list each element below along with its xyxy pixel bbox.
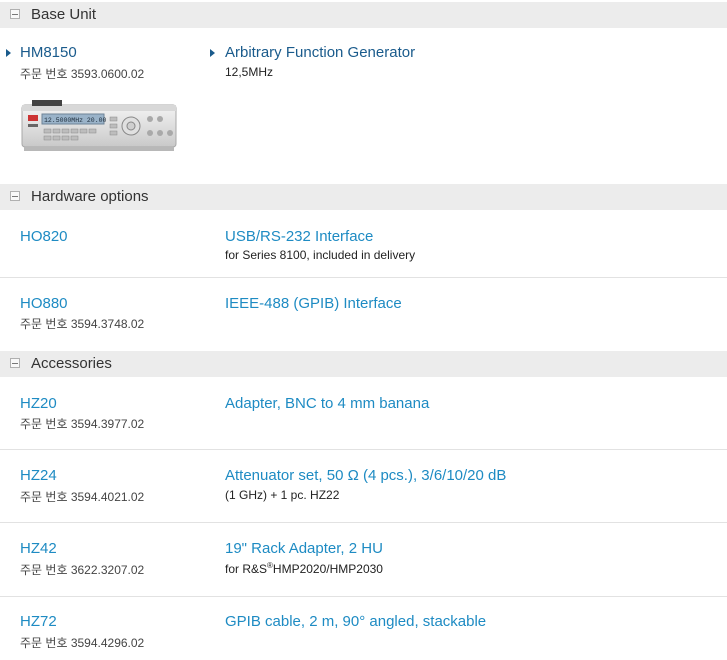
product-code-link[interactable]: HZ72 <box>20 613 57 630</box>
row-divider <box>0 522 727 523</box>
product-description-link[interactable]: GPIB cable, 2 m, 90° angled, stackable <box>225 613 486 630</box>
product-image[interactable]: 12.5000MHz 20.00 <box>20 97 178 155</box>
order-number: 주문 번호 3594.4296.02 <box>20 636 145 650</box>
product-code-link[interactable]: HZ24 <box>20 467 57 484</box>
product-description-link[interactable]: Attenuator set, 50 Ω (4 pcs.), 3/6/10/20… <box>225 467 506 484</box>
product-code-link[interactable]: HO880 <box>20 295 68 312</box>
product-subtitle: (1 GHz) + 1 pc. HZ22 <box>225 488 340 502</box>
section-title: Hardware options <box>31 188 149 205</box>
product-code-link[interactable]: HM8150 <box>20 44 77 61</box>
collapse-icon[interactable] <box>10 358 20 368</box>
order-number: 주문 번호 3594.4021.02 <box>20 490 145 504</box>
order-number: 주문 번호 3622.3207.02 <box>20 563 145 577</box>
bullet-arrow-icon <box>210 49 215 57</box>
row-divider <box>0 277 727 278</box>
order-number: 주문 번호 3593.0600.02 <box>20 67 145 81</box>
row-divider <box>0 596 727 597</box>
collapse-icon[interactable] <box>10 9 20 19</box>
product-subtitle: 12,5MHz <box>225 65 274 79</box>
product-code-link[interactable]: HZ42 <box>20 540 57 557</box>
section-header-hardware-options[interactable]: Hardware options <box>0 184 727 210</box>
product-description-link[interactable]: USB/RS-232 Interface <box>225 228 373 245</box>
subtitle-text: HMP2020/HMP2030 <box>272 562 383 576</box>
product-description-link[interactable]: Arbitrary Function Generator <box>225 44 415 61</box>
product-code-link[interactable]: HZ20 <box>20 395 57 412</box>
product-subtitle: for R&S®HMP2020/HMP2030 <box>225 561 383 576</box>
product-code-link[interactable]: HO820 <box>20 228 68 245</box>
product-description-link[interactable]: 19" Rack Adapter, 2 HU <box>225 540 383 557</box>
section-header-accessories[interactable]: Accessories <box>0 351 727 377</box>
collapse-icon[interactable] <box>10 191 20 201</box>
bullet-arrow-icon <box>6 49 11 57</box>
section-title: Accessories <box>31 355 112 372</box>
order-number: 주문 번호 3594.3977.02 <box>20 417 145 431</box>
order-number: 주문 번호 3594.3748.02 <box>20 317 145 331</box>
product-description-link[interactable]: IEEE-488 (GPIB) Interface <box>225 295 402 312</box>
product-subtitle: for Series 8100, included in delivery <box>225 248 416 262</box>
row-divider <box>0 449 727 450</box>
section-title: Base Unit <box>31 6 97 23</box>
product-description-link[interactable]: Adapter, BNC to 4 mm banana <box>225 395 429 412</box>
section-header-base-unit[interactable]: Base Unit <box>0 2 727 28</box>
subtitle-text: for R&S <box>225 562 268 576</box>
lcd-readout: 12.5000MHz 20.00 <box>44 117 107 124</box>
